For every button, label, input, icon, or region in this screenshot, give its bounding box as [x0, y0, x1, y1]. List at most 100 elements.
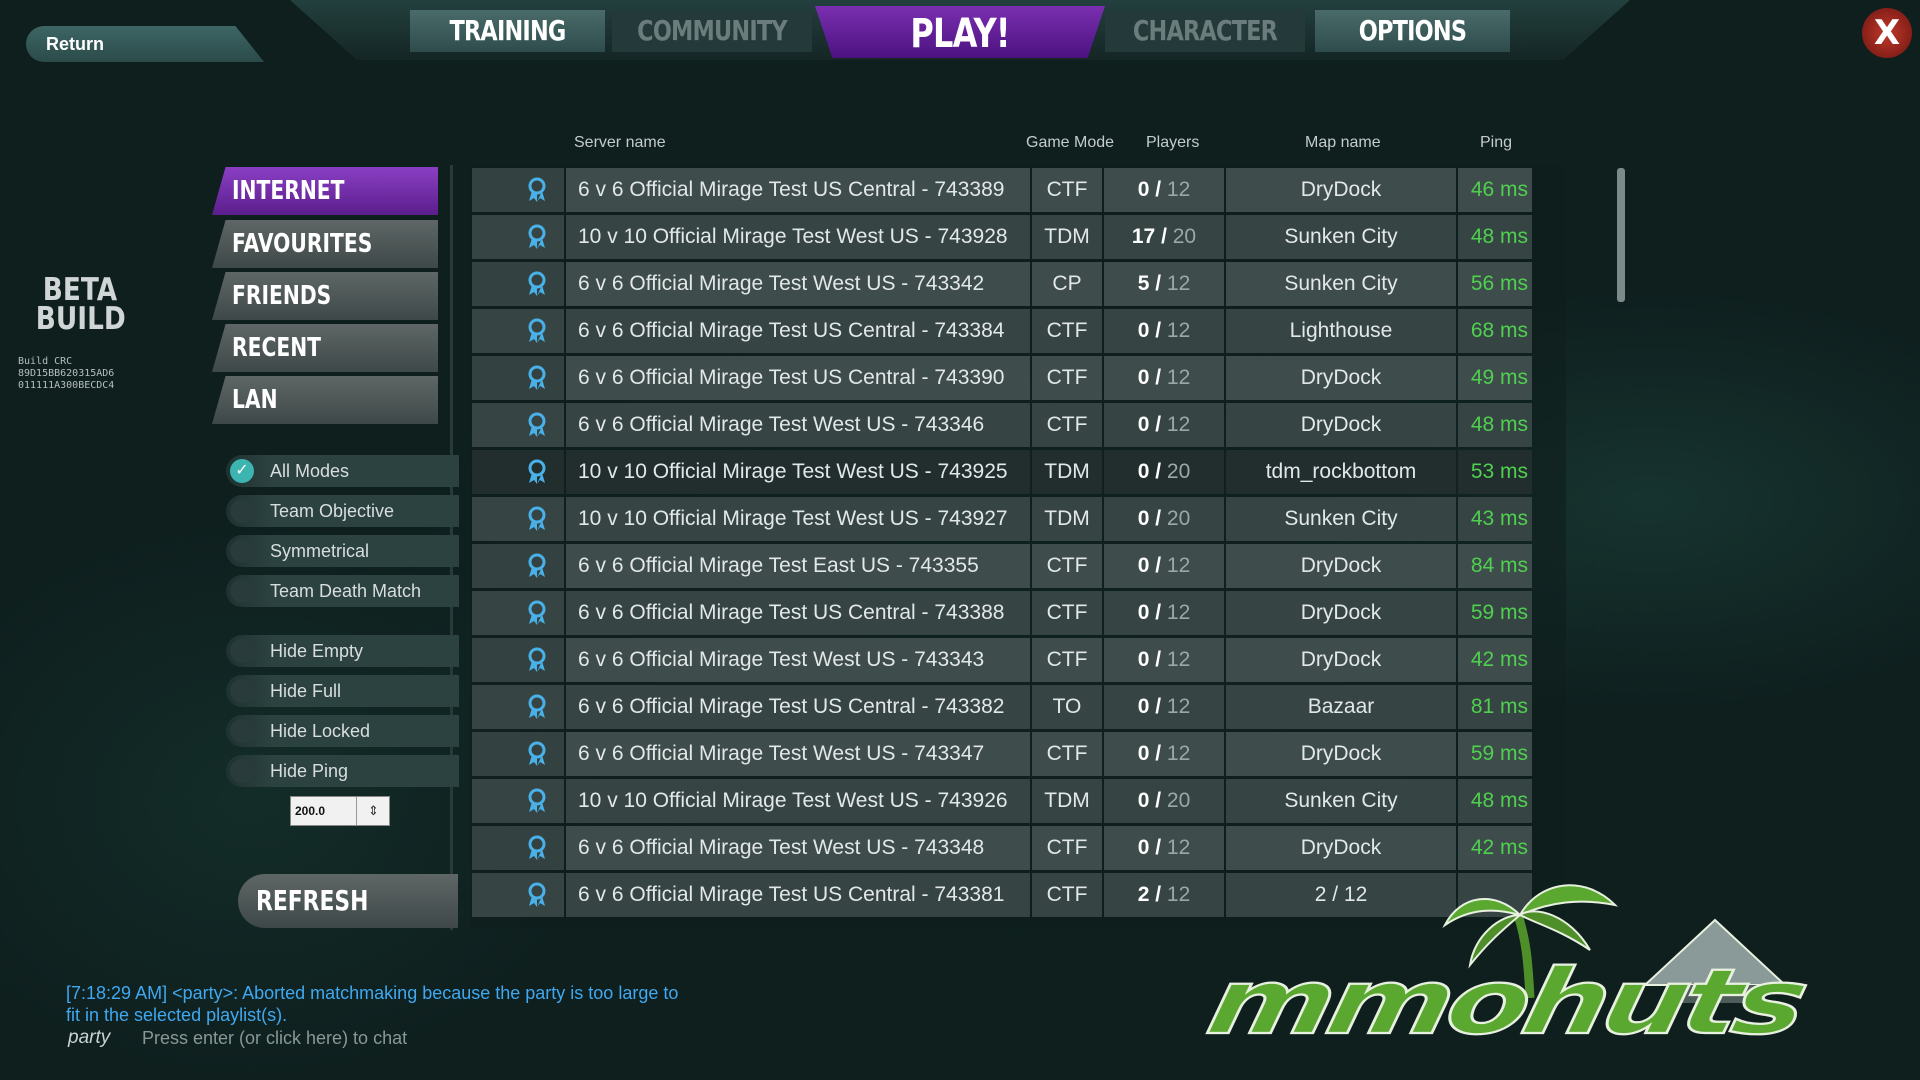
- filter-hide-empty[interactable]: Hide Empty: [226, 635, 459, 667]
- tab-character[interactable]: CHARACTER: [1125, 10, 1285, 52]
- players-current: 0 /: [1137, 789, 1162, 812]
- table-row[interactable]: 6 v 6 Official Mirage Test West US - 743…: [472, 732, 1567, 776]
- filter-hide-ping[interactable]: Hide Ping: [226, 755, 459, 787]
- server-name-cell: 6 v 6 Official Mirage Test West US - 743…: [566, 826, 1030, 870]
- table-row[interactable]: 6 v 6 Official Mirage Test US Central - …: [472, 685, 1567, 729]
- map-name-cell: DryDock: [1226, 826, 1456, 870]
- official-server-cell: [472, 262, 564, 306]
- checkbox-icon[interactable]: [230, 579, 254, 603]
- filter-all-modes[interactable]: ✓ All Modes: [226, 455, 459, 487]
- ping-cell: 53 ms: [1458, 450, 1532, 494]
- header-server-name[interactable]: Server name: [574, 134, 666, 152]
- table-row[interactable]: 10 v 10 Official Mirage Test West US - 7…: [472, 215, 1567, 259]
- players-current: 0 /: [1137, 366, 1162, 389]
- spinner-arrows-icon[interactable]: ⇕: [356, 797, 390, 825]
- tab-play[interactable]: PLAY!: [844, 8, 1076, 60]
- players-max: 12: [1166, 366, 1191, 389]
- checkbox-icon[interactable]: [230, 499, 254, 523]
- build-line: BUILD: [35, 301, 126, 337]
- players-max: 12: [1166, 554, 1191, 577]
- table-row[interactable]: 6 v 6 Official Mirage Test US Central - …: [472, 168, 1567, 212]
- close-button[interactable]: X: [1862, 8, 1912, 58]
- table-row[interactable]: 10 v 10 Official Mirage Test West US - 7…: [472, 497, 1567, 541]
- category-friends[interactable]: FRIENDS: [212, 272, 438, 320]
- filter-symmetrical[interactable]: Symmetrical: [226, 535, 459, 567]
- tab-community[interactable]: COMMUNITY: [632, 10, 792, 52]
- category-lan[interactable]: LAN: [212, 376, 438, 424]
- players-max: 12: [1166, 178, 1191, 201]
- table-row[interactable]: 6 v 6 Official Mirage Test West US - 743…: [472, 262, 1567, 306]
- table-row[interactable]: 6 v 6 Official Mirage Test West US - 743…: [472, 403, 1567, 447]
- server-name-cell: 10 v 10 Official Mirage Test West US - 7…: [566, 779, 1030, 823]
- players-max: 12: [1166, 319, 1191, 342]
- ping-cell: 48 ms: [1458, 779, 1532, 823]
- ping-cell: 42 ms: [1458, 638, 1532, 682]
- tab-options[interactable]: OPTIONS: [1335, 10, 1491, 52]
- category-favourites[interactable]: FAVOURITES: [212, 220, 438, 268]
- game-mode-cell: CTF: [1032, 544, 1102, 588]
- scrollbar[interactable]: [1617, 168, 1625, 302]
- map-name-cell: Bazaar: [1226, 685, 1456, 729]
- official-server-cell: [472, 450, 564, 494]
- filter-team-objective[interactable]: Team Objective: [226, 495, 459, 527]
- return-button[interactable]: Return: [26, 26, 264, 62]
- table-row[interactable]: 6 v 6 Official Mirage Test West US - 743…: [472, 826, 1567, 870]
- game-mode-cell: CTF: [1032, 638, 1102, 682]
- server-name-cell: 10 v 10 Official Mirage Test West US - 7…: [566, 215, 1030, 259]
- official-server-cell: [472, 309, 564, 353]
- official-ribbon-icon: [528, 553, 546, 578]
- header-map-name[interactable]: Map name: [1305, 134, 1381, 152]
- checkbox-icon[interactable]: [230, 539, 254, 563]
- chat-input[interactable]: Press enter (or click here) to chat: [142, 1028, 407, 1049]
- game-mode-cell: CTF: [1032, 403, 1102, 447]
- table-row[interactable]: 6 v 6 Official Mirage Test US Central - …: [472, 309, 1567, 353]
- filter-hide-full[interactable]: Hide Full: [226, 675, 459, 707]
- official-ribbon-icon: [528, 788, 546, 813]
- checkbox-icon[interactable]: [230, 759, 254, 783]
- filter-label: Hide Locked: [270, 721, 371, 741]
- players-cell: 0 / 12: [1104, 544, 1224, 588]
- checkmark-icon[interactable]: ✓: [230, 459, 254, 483]
- category-recent[interactable]: RECENT: [212, 324, 438, 372]
- table-row[interactable]: 6 v 6 Official Mirage Test East US - 743…: [472, 544, 1567, 588]
- game-mode-cell: TDM: [1032, 497, 1102, 541]
- official-server-cell: [472, 356, 564, 400]
- category-label: LAN: [232, 385, 278, 415]
- checkbox-icon[interactable]: [230, 719, 254, 743]
- table-row[interactable]: 10 v 10 Official Mirage Test West US - 7…: [472, 450, 1567, 494]
- server-name-cell: 6 v 6 Official Mirage Test US Central - …: [566, 591, 1030, 635]
- table-row[interactable]: 6 v 6 Official Mirage Test US Central - …: [472, 356, 1567, 400]
- table-row[interactable]: 6 v 6 Official Mirage Test US Central - …: [472, 873, 1567, 917]
- header-game-mode[interactable]: Game Mode: [1026, 134, 1114, 152]
- watermark-logo: mmohuts: [1198, 949, 1813, 1056]
- category-internet[interactable]: INTERNET: [212, 167, 438, 215]
- filter-team-death-match[interactable]: Team Death Match: [226, 575, 459, 607]
- official-ribbon-icon: [528, 177, 546, 202]
- checkbox-icon[interactable]: [230, 639, 254, 663]
- server-name-cell: 6 v 6 Official Mirage Test West US - 743…: [566, 732, 1030, 776]
- players-cell: 0 / 20: [1104, 779, 1224, 823]
- filter-hide-locked[interactable]: Hide Locked: [226, 715, 459, 747]
- official-server-cell: [472, 826, 564, 870]
- players-current: 17 /: [1131, 225, 1167, 248]
- server-name-cell: 6 v 6 Official Mirage Test West US - 743…: [566, 638, 1030, 682]
- official-ribbon-icon: [528, 271, 546, 296]
- tab-training[interactable]: TRAINING: [430, 10, 586, 52]
- game-mode-cell: CTF: [1032, 732, 1102, 776]
- players-current: 0 /: [1137, 178, 1162, 201]
- game-mode-cell: CTF: [1032, 873, 1102, 917]
- table-row[interactable]: 6 v 6 Official Mirage Test US Central - …: [472, 591, 1567, 635]
- map-name-cell: 2 / 12: [1226, 873, 1456, 917]
- chat-message: [7:18:29 AM] <party>: Aborted matchmakin…: [66, 983, 679, 1025]
- table-row[interactable]: 6 v 6 Official Mirage Test West US - 743…: [472, 638, 1567, 682]
- game-mode-cell: CP: [1032, 262, 1102, 306]
- header-players[interactable]: Players: [1146, 134, 1199, 152]
- table-row[interactable]: 10 v 10 Official Mirage Test West US - 7…: [472, 779, 1567, 823]
- checkbox-icon[interactable]: [230, 679, 254, 703]
- ping-cell: 49 ms: [1458, 356, 1532, 400]
- header-ping[interactable]: Ping: [1480, 134, 1512, 152]
- refresh-button[interactable]: REFRESH: [238, 874, 458, 928]
- ping-cell: 81 ms: [1458, 685, 1532, 729]
- map-name-cell: DryDock: [1226, 638, 1456, 682]
- ping-cell: 42 ms: [1458, 826, 1532, 870]
